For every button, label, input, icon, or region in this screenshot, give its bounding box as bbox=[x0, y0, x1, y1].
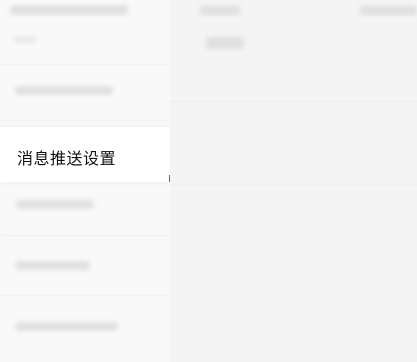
sidebar-divider bbox=[0, 295, 170, 296]
main-divider bbox=[170, 184, 417, 185]
main-header-right-blur bbox=[360, 6, 417, 15]
sidebar-item-blur-1[interactable] bbox=[15, 86, 113, 95]
main-header-blur bbox=[200, 6, 240, 15]
sidebar-divider bbox=[0, 235, 170, 236]
sidebar-header-blur bbox=[10, 5, 128, 15]
main-button-blur[interactable] bbox=[206, 37, 244, 49]
sidebar-subtitle-blur bbox=[14, 36, 36, 43]
settings-sidebar: 消息推送设置 bbox=[0, 0, 170, 362]
sidebar-item-label: 消息推送设置 bbox=[17, 149, 117, 168]
settings-main-panel bbox=[170, 0, 417, 362]
sidebar-divider bbox=[0, 64, 170, 65]
sidebar-divider bbox=[0, 120, 170, 121]
sidebar-item-blur-4[interactable] bbox=[16, 322, 118, 331]
sidebar-item-push-settings[interactable]: 消息推送设置 bbox=[0, 127, 170, 182]
sidebar-item-blur-3[interactable] bbox=[16, 261, 90, 270]
main-divider bbox=[170, 101, 417, 102]
settings-screen: 消息推送设置 bbox=[0, 0, 417, 362]
sidebar-item-blur-2[interactable] bbox=[16, 200, 94, 209]
